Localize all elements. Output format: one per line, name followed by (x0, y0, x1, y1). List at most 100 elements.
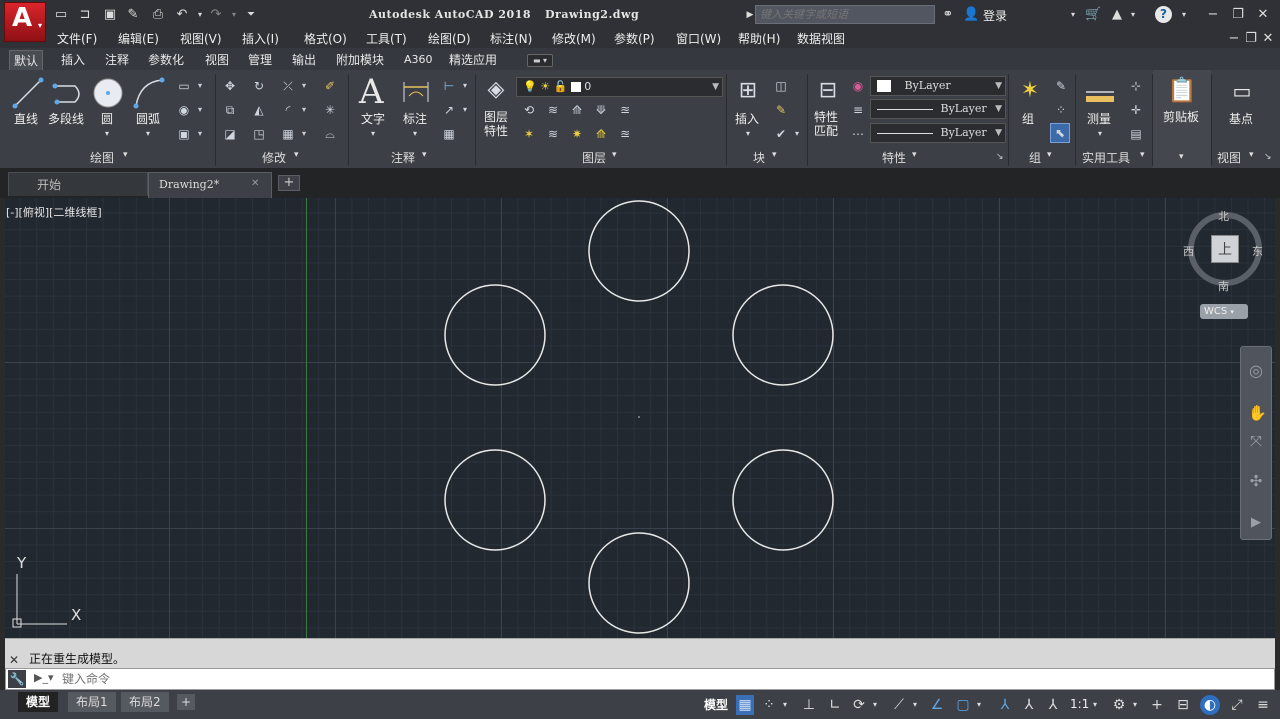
new-tab-button[interactable]: + (278, 175, 300, 191)
tab-drawing2[interactable]: Drawing2* ✕ (148, 172, 272, 198)
linear-dim-icon[interactable]: ⊢ (441, 78, 457, 94)
insert-block-icon[interactable]: ⊞ (733, 76, 763, 106)
ribbon-minimize-button[interactable]: ▬ ▾ (527, 54, 553, 67)
linetype-combo[interactable]: ByLayer ▼ (870, 123, 1006, 143)
command-close-icon[interactable]: ✕ (9, 653, 19, 667)
isolate-objects-icon[interactable]: ⤢ (1228, 695, 1246, 715)
menu-view[interactable]: 视图(V) (180, 31, 222, 47)
group-icon[interactable]: ✶ (1015, 76, 1045, 106)
layer-on-icon[interactable]: ⟰ (593, 126, 609, 142)
hatch-dropdown-icon[interactable]: ▾ (192, 102, 208, 118)
fillet-icon[interactable]: ◜ (280, 102, 296, 118)
orbit-icon[interactable]: ✣ (1248, 473, 1264, 489)
color-combo[interactable]: ByLayer ▼ (870, 76, 1006, 96)
annotation-monitor-icon[interactable]: + (1148, 695, 1166, 715)
text-dropdown-icon[interactable]: ▾ (365, 126, 381, 142)
layout-tab-model[interactable]: 模型 (18, 692, 59, 712)
tab-addins[interactable]: 附加模块 (332, 50, 388, 70)
utilities-panel-title[interactable]: 实用工具 (1082, 150, 1130, 166)
menu-window[interactable]: 窗口(W) (676, 31, 721, 47)
layers-panel-expand-icon[interactable]: ▾ (612, 150, 617, 160)
tab-parametric[interactable]: 参数化 (144, 50, 188, 70)
redo-dropdown-icon[interactable]: ▾ (226, 7, 242, 23)
tab-view[interactable]: 视图 (201, 50, 233, 70)
view-dialog-launcher-icon[interactable]: ↘ (1264, 152, 1272, 162)
menu-data-view[interactable]: 数据视图 (797, 31, 845, 47)
menu-dimension[interactable]: 标注(N) (490, 31, 532, 47)
dimension-dropdown-icon[interactable]: ▾ (407, 126, 423, 142)
ungroup-icon[interactable]: ✎ (1053, 78, 1069, 94)
trim-icon[interactable]: ⤫ (280, 78, 296, 94)
doc-restore-icon[interactable]: ❐ (1243, 31, 1259, 47)
clipboard-panel-expand-icon[interactable]: ▾ (1179, 152, 1184, 162)
circle-tool-icon[interactable] (91, 76, 125, 110)
annotation-scale-value[interactable]: 1:1 (1070, 697, 1089, 711)
paste-icon[interactable]: 📋 (1167, 74, 1197, 106)
boundary-icon[interactable]: ▣ (176, 126, 192, 142)
dimension-tool-icon[interactable] (401, 78, 431, 106)
drawing-circle[interactable] (588, 200, 690, 302)
groups-panel-title[interactable]: 组 (1029, 150, 1041, 166)
id-point-icon[interactable]: ✛ (1128, 102, 1144, 118)
a360-icon[interactable]: ▲ (1109, 7, 1125, 23)
viewcube-south[interactable]: 南 (1218, 278, 1229, 294)
tab-home[interactable]: 默认 (9, 50, 44, 70)
menu-modify[interactable]: 修改(M) (552, 31, 596, 47)
print-icon[interactable]: ⎙ (150, 7, 166, 23)
move-icon[interactable]: ✥ (222, 78, 238, 94)
table-icon[interactable]: ▦ (441, 126, 457, 142)
steering-wheel-icon[interactable]: ◎ (1248, 363, 1264, 379)
zoom-extents-icon[interactable]: ⤧ (1248, 433, 1264, 449)
circle-tool-label[interactable]: 圆 (101, 112, 113, 126)
annotation-visibility-icon[interactable]: ⅄ (996, 695, 1014, 715)
drawing-canvas[interactable]: [-][俯视][二维线框] Y X 上 北 南 西 东 WCS ▾ ◎ ✋ ⤧ … (5, 198, 1275, 638)
linear-dim-dropdown-icon[interactable]: ▾ (457, 78, 473, 94)
color-wheel-icon[interactable]: ◉ (850, 78, 866, 94)
object-snap-dropdown-icon[interactable]: ▾ (974, 695, 984, 715)
drawing-circle[interactable] (732, 449, 834, 551)
group-selection-icon[interactable]: ⬉ (1050, 123, 1070, 143)
layout-tab-layout1[interactable]: 布局1 (68, 692, 116, 712)
array-icon[interactable]: ▦ (280, 126, 296, 142)
hardware-acceleration-icon[interactable]: ◐ (1200, 695, 1220, 715)
doc-close-icon[interactable]: ✕ (1260, 31, 1276, 47)
layer-properties-label[interactable]: 图层 特性 (484, 110, 508, 138)
auto-scale-icon[interactable]: ⅄ (1020, 695, 1038, 715)
circle-dropdown-icon[interactable]: ▾ (99, 126, 115, 142)
lineweight-combo[interactable]: ByLayer ▼ (870, 99, 1006, 119)
explode-icon[interactable]: ✳ (322, 102, 338, 118)
app-logo-button[interactable]: A ▾ (4, 2, 46, 42)
open-folder-icon[interactable]: ⊐ (77, 7, 93, 23)
workspace-dropdown-icon[interactable]: ▾ (1130, 695, 1140, 715)
drawing-circle[interactable] (444, 284, 546, 386)
close-icon[interactable]: ✕ (1255, 7, 1271, 23)
text-tool-label[interactable]: 文字 (361, 112, 385, 126)
viewcube-west[interactable]: 西 (1183, 243, 1194, 259)
viewcube-top-face[interactable]: 上 (1211, 235, 1239, 263)
login-dropdown-icon[interactable]: ▾ (1065, 7, 1081, 23)
tab-annotate[interactable]: 注释 (101, 50, 133, 70)
arc-dropdown-icon[interactable]: ▾ (140, 126, 156, 142)
minimize-icon[interactable]: − (1205, 7, 1221, 23)
properties-panel-title[interactable]: 特性 (882, 150, 906, 166)
edit-block-icon[interactable]: ✎ (773, 102, 789, 118)
login-link[interactable]: 登录 (983, 7, 1007, 24)
layer-walk-icon[interactable]: ≊ (617, 126, 633, 142)
scale-icon[interactable]: ◳ (251, 126, 267, 142)
groups-panel-expand-icon[interactable]: ▾ (1047, 150, 1052, 160)
insert-dropdown-icon[interactable]: ▾ (740, 126, 756, 142)
mirror-icon[interactable]: ◭ (251, 102, 267, 118)
view-panel-expand-icon[interactable]: ▾ (1249, 150, 1254, 160)
rectangle-dropdown-icon[interactable]: ▾ (192, 78, 208, 94)
menu-format[interactable]: 格式(O) (304, 31, 347, 47)
polar-tracking-icon[interactable]: ⟳ (850, 695, 868, 715)
line-tool-label[interactable]: 直线 (14, 112, 38, 126)
help-dropdown-icon[interactable]: ▾ (1176, 7, 1192, 23)
menu-help[interactable]: 帮助(H) (738, 31, 780, 47)
cart-icon[interactable]: 🛒 (1085, 7, 1101, 23)
group-label[interactable]: 组 (1022, 112, 1034, 126)
calculator-icon[interactable]: ▤ (1128, 126, 1144, 142)
drawing-circle[interactable] (444, 449, 546, 551)
array-dropdown-icon[interactable]: ▾ (296, 126, 312, 142)
user-icon[interactable]: 👤 (963, 7, 979, 23)
